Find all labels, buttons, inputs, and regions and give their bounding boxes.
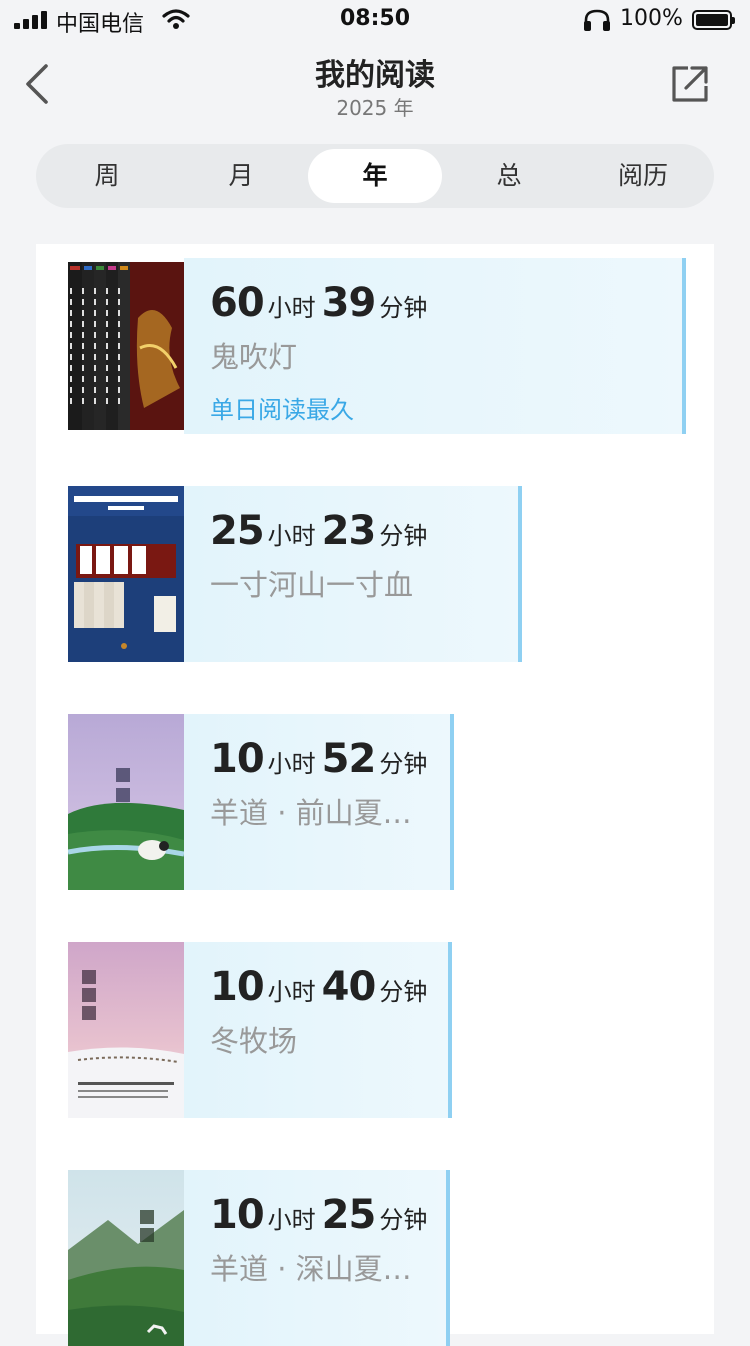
hours-value: 10: [210, 1192, 265, 1238]
book-cover-image: [68, 258, 184, 434]
book-title: 一寸河山一寸血: [210, 568, 414, 602]
hours-unit: 小时: [267, 1206, 316, 1234]
hours-value: 60: [210, 280, 265, 326]
minutes-unit: 分钟: [379, 1206, 428, 1234]
list-item[interactable]: 10 小时 40 分钟 冬牧场: [68, 942, 452, 1118]
hours-unit: 小时: [267, 522, 316, 550]
hours-value: 10: [210, 964, 265, 1010]
minutes-unit: 分钟: [379, 750, 428, 778]
hours-unit: 小时: [267, 750, 316, 778]
hours-value: 25: [210, 508, 265, 554]
battery-icon: [692, 10, 735, 30]
tab-week[interactable]: 周: [40, 149, 174, 203]
nav-bar: 我的阅读 2025 年: [0, 40, 750, 130]
list-item[interactable]: 60 小时 39 分钟 鬼吹灯 单日阅读最久: [68, 258, 686, 434]
book-title: 鬼吹灯: [210, 340, 298, 374]
reading-duration: 10 小时 52 分钟: [210, 736, 433, 782]
tab-history[interactable]: 阅历: [576, 149, 710, 203]
list-item[interactable]: 10 小时 52 分钟 羊道 · 前山夏…: [68, 714, 454, 890]
book-title: 羊道 · 前山夏…: [210, 796, 412, 830]
book-title: 冬牧场: [210, 1024, 298, 1058]
duration-bar: 25 小时 23 分钟 一寸河山一寸血: [184, 486, 522, 662]
reading-duration: 10 小时 25 分钟: [210, 1192, 433, 1238]
reading-list: 60 小时 39 分钟 鬼吹灯 单日阅读最久 25 小时 23 分钟 一寸河山一…: [36, 244, 714, 1346]
minutes-unit: 分钟: [379, 294, 428, 322]
page-title: 我的阅读: [315, 58, 435, 93]
longest-day-tag: 单日阅读最久: [210, 396, 354, 424]
minutes-value: 52: [321, 736, 377, 782]
book-title: 羊道 · 深山夏…: [210, 1252, 412, 1286]
tab-total[interactable]: 总: [442, 149, 576, 203]
book-cover-image: [68, 486, 184, 662]
reading-duration: 60 小时 39 分钟: [210, 280, 433, 326]
period-tabs: 周 月 年 总 阅历: [36, 144, 714, 208]
tab-year[interactable]: 年: [308, 149, 442, 203]
list-item[interactable]: 10 小时 25 分钟 羊道 · 深山夏…: [68, 1170, 450, 1346]
minutes-unit: 分钟: [379, 978, 428, 1006]
headphones-icon: [584, 9, 610, 31]
duration-bar: 10 小时 40 分钟 冬牧场: [184, 942, 452, 1118]
hours-value: 10: [210, 736, 265, 782]
duration-bar: 10 小时 25 分钟 羊道 · 深山夏…: [184, 1170, 450, 1346]
battery-percent: 100%: [620, 6, 683, 31]
hours-unit: 小时: [267, 978, 316, 1006]
list-item[interactable]: 25 小时 23 分钟 一寸河山一寸血: [68, 486, 522, 662]
book-cover-image: [68, 1170, 184, 1346]
page-subtitle: 2025 年: [336, 96, 414, 120]
minutes-value: 40: [321, 964, 377, 1010]
minutes-unit: 分钟: [379, 522, 428, 550]
minutes-value: 39: [321, 280, 377, 326]
duration-bar: 60 小时 39 分钟 鬼吹灯 单日阅读最久: [184, 258, 686, 434]
book-cover-image: [68, 942, 184, 1118]
minutes-value: 25: [321, 1192, 377, 1238]
share-icon[interactable]: [668, 62, 712, 106]
status-bar: 中国电信 08:50 100%: [0, 0, 750, 40]
reading-duration: 10 小时 40 分钟: [210, 964, 433, 1010]
duration-bar: 10 小时 52 分钟 羊道 · 前山夏…: [184, 714, 454, 890]
hours-unit: 小时: [267, 294, 316, 322]
reading-duration: 25 小时 23 分钟: [210, 508, 433, 554]
minutes-value: 23: [321, 508, 377, 554]
tab-month[interactable]: 月: [174, 149, 308, 203]
book-cover-image: [68, 714, 184, 890]
